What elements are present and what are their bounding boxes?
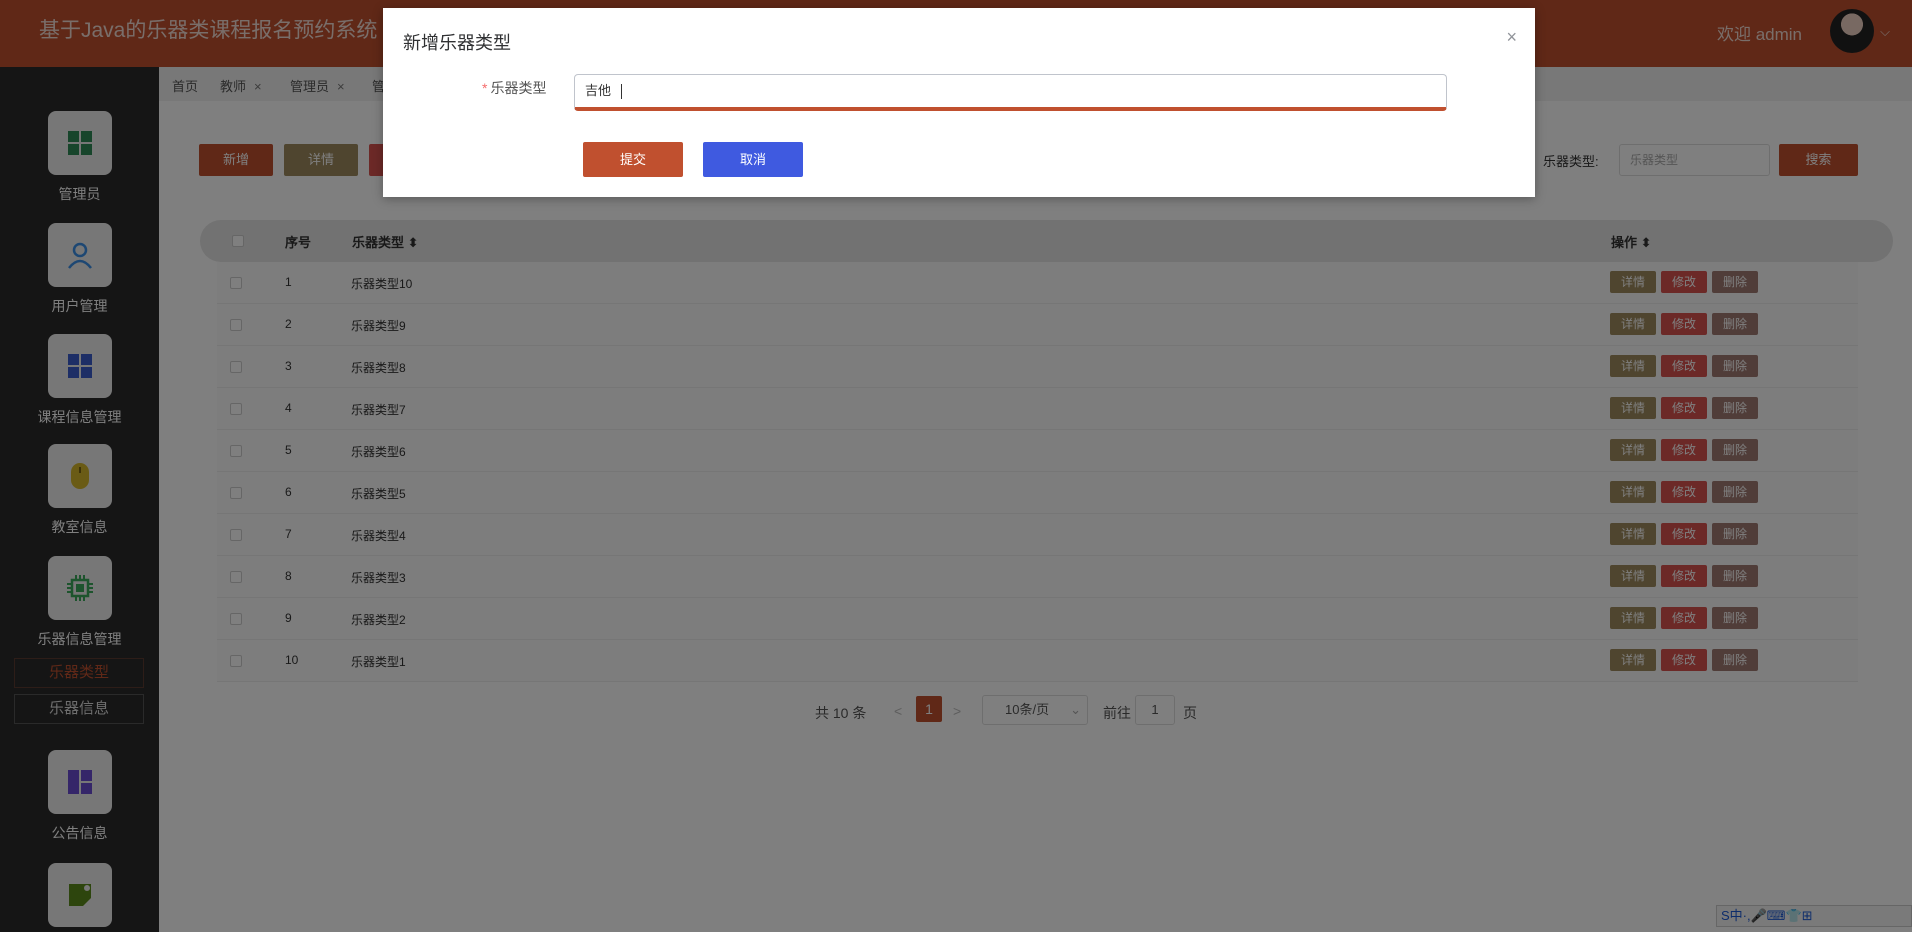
- field-label-text: 乐器类型: [490, 80, 547, 96]
- submit-button[interactable]: 提交: [583, 142, 683, 177]
- add-instrument-type-dialog: 新增乐器类型 × * 乐器类型 吉他 提交 取消: [383, 8, 1535, 197]
- text-cursor-icon: [621, 84, 623, 100]
- field-label: * 乐器类型: [482, 78, 546, 98]
- dialog-title: 新增乐器类型: [403, 33, 511, 53]
- instrument-type-input[interactable]: 吉他: [574, 74, 1447, 111]
- input-value: 吉他: [585, 83, 612, 98]
- close-icon[interactable]: ×: [1506, 27, 1517, 48]
- cancel-button[interactable]: 取消: [703, 142, 803, 177]
- required-mark: *: [482, 80, 488, 96]
